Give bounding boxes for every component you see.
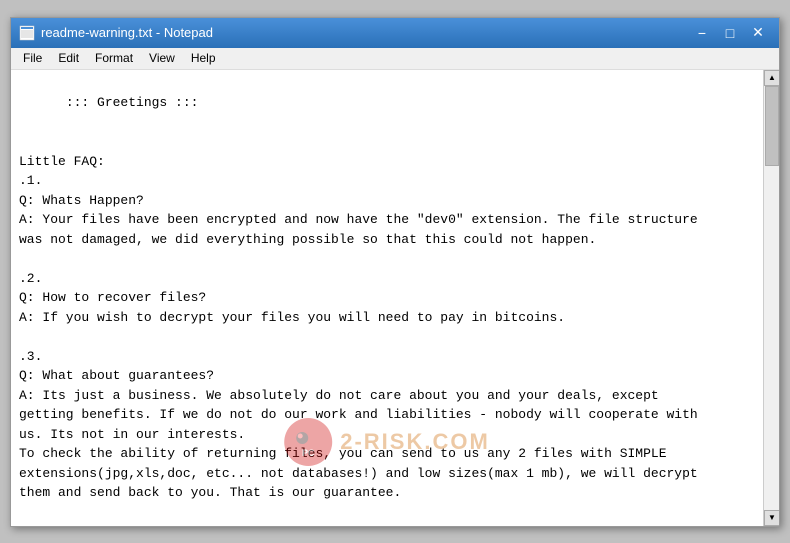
close-button[interactable]: ✕ [745,23,771,43]
notepad-window: readme-warning.txt - Notepad − □ ✕ File … [10,17,780,527]
menu-help[interactable]: Help [183,49,224,67]
app-icon [19,25,35,41]
title-bar-buttons: − □ ✕ [689,23,771,43]
scroll-track[interactable] [764,86,779,510]
menu-view[interactable]: View [141,49,183,67]
minimize-button[interactable]: − [689,23,715,43]
menu-edit[interactable]: Edit [50,49,87,67]
text-editor[interactable]: ::: Greetings ::: Little FAQ: .1. Q: Wha… [11,70,763,526]
scroll-thumb[interactable] [765,86,779,166]
menu-file[interactable]: File [15,49,50,67]
window-title: readme-warning.txt - Notepad [41,25,689,40]
scroll-up-button[interactable]: ▲ [764,70,779,86]
document-text: ::: Greetings ::: Little FAQ: .1. Q: Wha… [19,95,698,526]
maximize-button[interactable]: □ [717,23,743,43]
content-area: ::: Greetings ::: Little FAQ: .1. Q: Wha… [11,70,779,526]
vertical-scrollbar[interactable]: ▲ ▼ [763,70,779,526]
menu-bar: File Edit Format View Help [11,48,779,70]
menu-format[interactable]: Format [87,49,141,67]
scroll-down-button[interactable]: ▼ [764,510,779,526]
title-bar: readme-warning.txt - Notepad − □ ✕ [11,18,779,48]
